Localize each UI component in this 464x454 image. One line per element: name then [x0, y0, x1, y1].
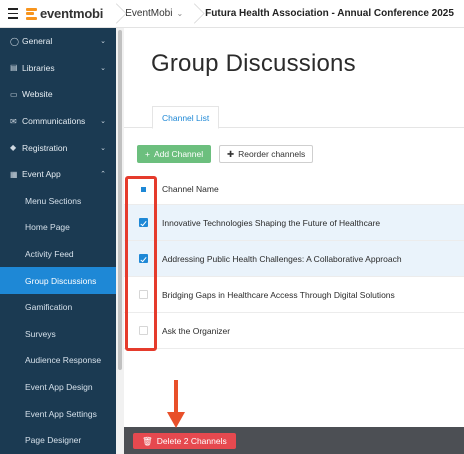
sidebar-item-page-designer[interactable]: Page Designer: [0, 427, 116, 454]
chevron-down-icon: ⌄: [100, 118, 106, 126]
table-header-row: Channel Name: [124, 173, 464, 205]
sidebar-scrollbar[interactable]: [116, 28, 124, 454]
sidebar-item-label: Communications: [22, 116, 86, 127]
eventmobi-logo[interactable]: eventmobi: [26, 0, 111, 28]
sidebar-item-gamification[interactable]: Gamification: [0, 294, 116, 321]
sidebar: ◯ General ⌄ ▤ Libraries ⌄ ▭ Website ✉ Co…: [0, 28, 116, 454]
logo-text: eventmobi: [40, 6, 104, 21]
select-all-checkbox[interactable]: [138, 184, 148, 193]
sidebar-item-communications[interactable]: ✉ Communications ⌄: [0, 108, 116, 135]
sidebar-item-home-page[interactable]: Home Page: [0, 214, 116, 241]
sidebar-item-event-app[interactable]: ▦ Event App ⌃: [0, 161, 116, 188]
table-row[interactable]: Addressing Public Health Challenges: A C…: [124, 241, 464, 277]
scrollbar-thumb[interactable]: [118, 30, 122, 370]
column-header-channel-name: Channel Name: [162, 183, 219, 194]
chevron-up-icon: ⌃: [100, 171, 106, 179]
breadcrumb-org-label: EventMobi: [125, 8, 173, 19]
page-title: Group Discussions: [151, 50, 356, 77]
channel-name: Ask the Organizer: [162, 325, 231, 336]
sidebar-item-label: Registration: [22, 142, 68, 153]
bulk-action-bar: 🗑 Delete 2 Channels: [124, 427, 464, 454]
sidebar-item-event-app-design[interactable]: Event App Design: [0, 374, 116, 401]
globe-icon: ◯: [10, 36, 19, 46]
breadcrumb-event: Futura Health Association - Annual Confe…: [205, 8, 454, 19]
sidebar-item-general[interactable]: ◯ General ⌄: [0, 28, 116, 55]
row-checkbox[interactable]: [138, 254, 148, 263]
tab-bar: Channel List: [124, 106, 464, 129]
logo-mark-icon: [26, 7, 38, 21]
table-row[interactable]: Ask the Organizer: [124, 313, 464, 349]
sidebar-item-menu-sections[interactable]: Menu Sections: [0, 188, 116, 215]
channel-name: Addressing Public Health Challenges: A C…: [162, 253, 402, 264]
sidebar-item-group-discussions[interactable]: Group Discussions: [0, 267, 116, 294]
app-icon: ▦: [10, 169, 18, 179]
channel-name: Bridging Gaps in Healthcare Access Throu…: [162, 289, 395, 300]
sidebar-item-audience-response[interactable]: Audience Response: [0, 347, 116, 374]
tag-icon: ◆: [10, 143, 17, 153]
hamburger-menu-icon[interactable]: [0, 0, 26, 28]
monitor-icon: ▭: [10, 89, 18, 99]
top-bar: eventmobi EventMobi ⌄ Futura Health Asso…: [0, 0, 464, 28]
sidebar-item-label: Libraries: [22, 62, 55, 73]
chevron-down-icon: ⌄: [100, 64, 106, 72]
delete-channels-button[interactable]: 🗑 Delete 2 Channels: [133, 433, 236, 449]
sidebar-item-website[interactable]: ▭ Website: [0, 81, 116, 108]
breadcrumb-org[interactable]: EventMobi ⌄: [121, 8, 189, 19]
sidebar-item-registration[interactable]: ◆ Registration ⌄: [0, 134, 116, 161]
book-icon: ▤: [10, 63, 18, 73]
add-channel-button[interactable]: + Add Channel: [137, 145, 212, 163]
tab-channel-list[interactable]: Channel List: [152, 106, 220, 129]
chevron-down-icon: ⌄: [100, 38, 106, 46]
chevron-down-icon: ⌄: [176, 9, 184, 18]
chevron-down-icon: ⌄: [100, 144, 106, 152]
reorder-channels-label: Reorder channels: [238, 149, 306, 159]
move-icon: ✚: [227, 148, 235, 159]
row-checkbox[interactable]: [138, 218, 148, 227]
sidebar-item-label: General: [22, 36, 53, 47]
table-row[interactable]: Innovative Technologies Shaping the Futu…: [124, 205, 464, 241]
row-checkbox[interactable]: [138, 326, 148, 335]
sidebar-item-event-app-settings[interactable]: Event App Settings: [0, 400, 116, 427]
add-channel-label: Add Channel: [153, 149, 204, 159]
sidebar-item-surveys[interactable]: Surveys: [0, 321, 116, 348]
sidebar-item-activity-feed[interactable]: Activity Feed: [0, 241, 116, 268]
sidebar-item-label: Event App: [22, 169, 61, 180]
channel-name: Innovative Technologies Shaping the Futu…: [162, 217, 381, 228]
sidebar-item-libraries[interactable]: ▤ Libraries ⌄: [0, 55, 116, 82]
mail-icon: ✉: [10, 116, 17, 126]
delete-channels-label: Delete 2 Channels: [156, 436, 227, 446]
main-content: Group Discussions Channel List + Add Cha…: [124, 28, 464, 454]
row-checkbox[interactable]: [138, 290, 148, 299]
sidebar-item-label: Website: [22, 89, 53, 100]
plus-icon: +: [145, 149, 150, 159]
channel-table: Channel Name Innovative Technologies Sha…: [124, 173, 464, 349]
table-row[interactable]: Bridging Gaps in Healthcare Access Throu…: [124, 277, 464, 313]
trash-icon: 🗑: [142, 435, 153, 446]
reorder-channels-button[interactable]: ✚ Reorder channels: [219, 145, 314, 163]
